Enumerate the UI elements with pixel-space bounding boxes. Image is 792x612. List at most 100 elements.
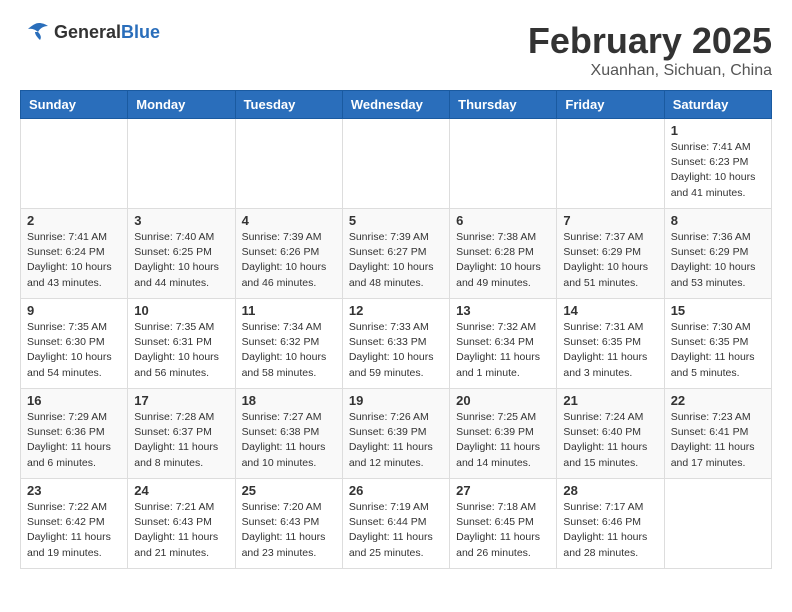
calendar-cell: 20 Sunrise: 7:25 AM Sunset: 6:39 PM Dayli… <box>450 389 557 479</box>
calendar-cell: 10Sunrise: 7:35 AM Sunset: 6:31 PM Dayli… <box>128 299 235 389</box>
calendar-cell: 13 Sunrise: 7:32 AM Sunset: 6:34 PM Dayli… <box>450 299 557 389</box>
weekday-header-cell: Sunday <box>21 91 128 119</box>
day-number: 12 <box>349 303 443 318</box>
title-block: February 2025 Xuanhan, Sichuan, China <box>528 20 772 80</box>
day-info: Sunrise: 7:34 AM Sunset: 6:32 PM Dayligh… <box>242 320 336 381</box>
day-info: Sunrise: 7:33 AM Sunset: 6:33 PM Dayligh… <box>349 320 443 381</box>
weekday-header-cell: Friday <box>557 91 664 119</box>
day-number: 14 <box>563 303 657 318</box>
calendar-cell: 5 Sunrise: 7:39 AM Sunset: 6:27 PM Daylig… <box>342 209 449 299</box>
day-info: Sunrise: 7:35 AM Sunset: 6:30 PM Dayligh… <box>27 320 121 381</box>
weekday-header-cell: Thursday <box>450 91 557 119</box>
page-header: GeneralBlue February 2025 Xuanhan, Sichu… <box>20 20 772 80</box>
day-number: 1 <box>671 123 765 138</box>
day-number: 7 <box>563 213 657 228</box>
day-number: 9 <box>27 303 121 318</box>
day-info: Sunrise: 7:24 AM Sunset: 6:40 PM Dayligh… <box>563 410 657 471</box>
calendar-cell: 2 Sunrise: 7:41 AM Sunset: 6:24 PM Daylig… <box>21 209 128 299</box>
day-number: 5 <box>349 213 443 228</box>
day-number: 27 <box>456 483 550 498</box>
day-number: 25 <box>242 483 336 498</box>
calendar-cell: 4 Sunrise: 7:39 AM Sunset: 6:26 PM Daylig… <box>235 209 342 299</box>
calendar-cell: 11 Sunrise: 7:34 AM Sunset: 6:32 PM Dayli… <box>235 299 342 389</box>
calendar-cell: 26 Sunrise: 7:19 AM Sunset: 6:44 PM Dayli… <box>342 479 449 569</box>
calendar-cell: 21 Sunrise: 7:24 AM Sunset: 6:40 PM Dayli… <box>557 389 664 479</box>
day-info: Sunrise: 7:19 AM Sunset: 6:44 PM Dayligh… <box>349 500 443 561</box>
calendar-cell: 17 Sunrise: 7:28 AM Sunset: 6:37 PM Dayli… <box>128 389 235 479</box>
day-number: 8 <box>671 213 765 228</box>
month-year-title: February 2025 <box>528 20 772 62</box>
day-number: 20 <box>456 393 550 408</box>
weekday-header-cell: Tuesday <box>235 91 342 119</box>
calendar-cell: 9 Sunrise: 7:35 AM Sunset: 6:30 PM Daylig… <box>21 299 128 389</box>
day-number: 11 <box>242 303 336 318</box>
day-number: 15 <box>671 303 765 318</box>
day-info: Sunrise: 7:28 AM Sunset: 6:37 PM Dayligh… <box>134 410 228 471</box>
weekday-header-cell: Wednesday <box>342 91 449 119</box>
day-number: 23 <box>27 483 121 498</box>
day-info: Sunrise: 7:21 AM Sunset: 6:43 PM Dayligh… <box>134 500 228 561</box>
logo: GeneralBlue <box>20 20 160 44</box>
calendar-week-row: 2 Sunrise: 7:41 AM Sunset: 6:24 PM Daylig… <box>21 209 772 299</box>
calendar-cell <box>21 119 128 209</box>
day-info: Sunrise: 7:22 AM Sunset: 6:42 PM Dayligh… <box>27 500 121 561</box>
calendar-cell <box>450 119 557 209</box>
calendar-cell <box>664 479 771 569</box>
day-info: Sunrise: 7:37 AM Sunset: 6:29 PM Dayligh… <box>563 230 657 291</box>
calendar-body: 1 Sunrise: 7:41 AM Sunset: 6:23 PM Daylig… <box>21 119 772 569</box>
calendar-table: SundayMondayTuesdayWednesdayThursdayFrid… <box>20 90 772 569</box>
location-subtitle: Xuanhan, Sichuan, China <box>528 62 772 80</box>
calendar-cell: 23 Sunrise: 7:22 AM Sunset: 6:42 PM Dayli… <box>21 479 128 569</box>
calendar-cell <box>128 119 235 209</box>
day-number: 17 <box>134 393 228 408</box>
weekday-header-row: SundayMondayTuesdayWednesdayThursdayFrid… <box>21 91 772 119</box>
day-number: 16 <box>27 393 121 408</box>
day-number: 19 <box>349 393 443 408</box>
day-number: 26 <box>349 483 443 498</box>
day-info: Sunrise: 7:18 AM Sunset: 6:45 PM Dayligh… <box>456 500 550 561</box>
calendar-cell: 24 Sunrise: 7:21 AM Sunset: 6:43 PM Dayli… <box>128 479 235 569</box>
calendar-cell: 16 Sunrise: 7:29 AM Sunset: 6:36 PM Dayli… <box>21 389 128 479</box>
calendar-cell: 15Sunrise: 7:30 AM Sunset: 6:35 PM Dayli… <box>664 299 771 389</box>
day-info: Sunrise: 7:41 AM Sunset: 6:23 PM Dayligh… <box>671 140 765 201</box>
calendar-cell: 12 Sunrise: 7:33 AM Sunset: 6:33 PM Dayli… <box>342 299 449 389</box>
calendar-cell: 28 Sunrise: 7:17 AM Sunset: 6:46 PM Dayli… <box>557 479 664 569</box>
calendar-week-row: 1 Sunrise: 7:41 AM Sunset: 6:23 PM Daylig… <box>21 119 772 209</box>
day-number: 21 <box>563 393 657 408</box>
day-number: 6 <box>456 213 550 228</box>
calendar-week-row: 16 Sunrise: 7:29 AM Sunset: 6:36 PM Dayli… <box>21 389 772 479</box>
calendar-cell: 8 Sunrise: 7:36 AM Sunset: 6:29 PM Daylig… <box>664 209 771 299</box>
calendar-cell: 22Sunrise: 7:23 AM Sunset: 6:41 PM Dayli… <box>664 389 771 479</box>
day-info: Sunrise: 7:17 AM Sunset: 6:46 PM Dayligh… <box>563 500 657 561</box>
calendar-cell <box>557 119 664 209</box>
day-number: 4 <box>242 213 336 228</box>
day-info: Sunrise: 7:39 AM Sunset: 6:27 PM Dayligh… <box>349 230 443 291</box>
calendar-cell: 6 Sunrise: 7:38 AM Sunset: 6:28 PM Daylig… <box>450 209 557 299</box>
day-info: Sunrise: 7:31 AM Sunset: 6:35 PM Dayligh… <box>563 320 657 381</box>
day-number: 2 <box>27 213 121 228</box>
calendar-week-row: 23 Sunrise: 7:22 AM Sunset: 6:42 PM Dayli… <box>21 479 772 569</box>
day-number: 28 <box>563 483 657 498</box>
logo-general: General <box>54 22 121 42</box>
day-info: Sunrise: 7:38 AM Sunset: 6:28 PM Dayligh… <box>456 230 550 291</box>
day-number: 13 <box>456 303 550 318</box>
day-info: Sunrise: 7:40 AM Sunset: 6:25 PM Dayligh… <box>134 230 228 291</box>
calendar-cell <box>235 119 342 209</box>
day-info: Sunrise: 7:26 AM Sunset: 6:39 PM Dayligh… <box>349 410 443 471</box>
day-info: Sunrise: 7:32 AM Sunset: 6:34 PM Dayligh… <box>456 320 550 381</box>
calendar-cell: 7 Sunrise: 7:37 AM Sunset: 6:29 PM Daylig… <box>557 209 664 299</box>
day-info: Sunrise: 7:23 AM Sunset: 6:41 PM Dayligh… <box>671 410 765 471</box>
day-info: Sunrise: 7:29 AM Sunset: 6:36 PM Dayligh… <box>27 410 121 471</box>
calendar-cell: 18Sunrise: 7:27 AM Sunset: 6:38 PM Dayli… <box>235 389 342 479</box>
calendar-cell: 1 Sunrise: 7:41 AM Sunset: 6:23 PM Daylig… <box>664 119 771 209</box>
calendar-cell: 14 Sunrise: 7:31 AM Sunset: 6:35 PM Dayli… <box>557 299 664 389</box>
day-info: Sunrise: 7:39 AM Sunset: 6:26 PM Dayligh… <box>242 230 336 291</box>
day-info: Sunrise: 7:36 AM Sunset: 6:29 PM Dayligh… <box>671 230 765 291</box>
weekday-header-cell: Monday <box>128 91 235 119</box>
logo-bird-icon <box>20 20 50 44</box>
logo-blue: Blue <box>121 22 160 42</box>
calendar-week-row: 9 Sunrise: 7:35 AM Sunset: 6:30 PM Daylig… <box>21 299 772 389</box>
day-info: Sunrise: 7:41 AM Sunset: 6:24 PM Dayligh… <box>27 230 121 291</box>
day-info: Sunrise: 7:25 AM Sunset: 6:39 PM Dayligh… <box>456 410 550 471</box>
day-number: 24 <box>134 483 228 498</box>
